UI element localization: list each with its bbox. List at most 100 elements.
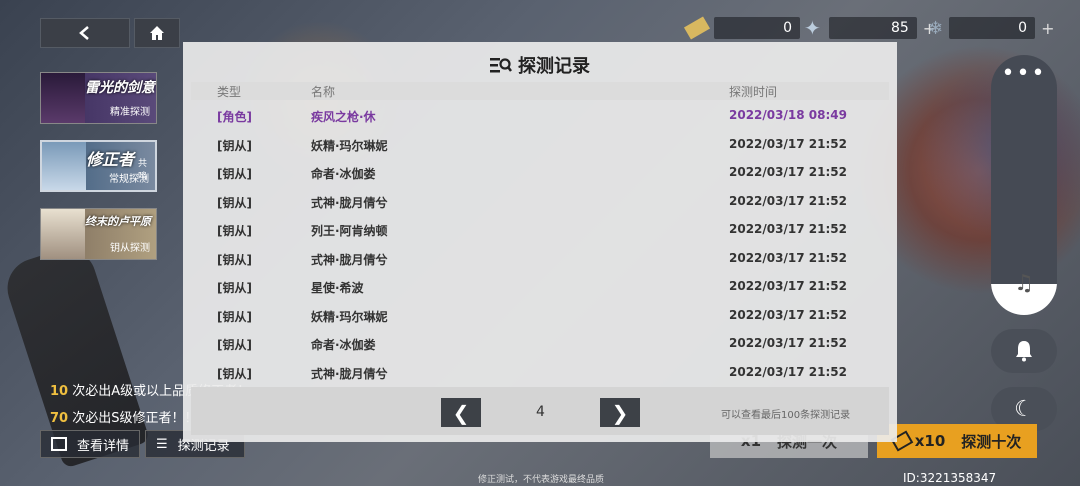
cell-time: 2022/03/17 21:52 [729, 336, 847, 350]
cell-name: 命者·冰伽娄 [311, 338, 376, 352]
cell-time: 2022/03/17 21:52 [729, 307, 847, 322]
cell-time: 2022/03/18 08:49 [729, 108, 847, 122]
cell-name: 妖精·玛尔琳妮 [311, 138, 388, 153]
notification-button[interactable] [991, 329, 1057, 373]
add-snowflake-crystal-button[interactable]: + [1041, 19, 1054, 38]
cell-time: 2022/03/17 21:52 [729, 136, 847, 151]
chevron-right-icon: ❯ [611, 400, 629, 425]
snowflake-crystal-icon: ❄ [928, 17, 944, 39]
disclaimer-text: 修正测试，不代表游戏最终品质 [478, 475, 605, 485]
back-button[interactable] [40, 18, 130, 48]
cell-type: [钥从] [217, 338, 252, 352]
moon-icon: ☾ [1014, 396, 1034, 422]
music-icon[interactable]: ♫ [991, 271, 1057, 296]
cell-name: 星使·希波 [311, 281, 364, 295]
bell-icon [1016, 341, 1032, 362]
pity-count-a: 10 [50, 384, 69, 399]
table-row: [钥从] 式神·胧月倩兮 2022/03/17 21:52 [191, 244, 889, 273]
snowflake-crystal-count: 0 [1018, 20, 1028, 36]
header-name: 名称 [311, 85, 336, 99]
table-row: [钥从] 妖精·玛尔琳妮 2022/03/17 21:52 [191, 130, 889, 159]
chevron-left-icon: ❮ [452, 400, 470, 425]
banner-portrait [41, 73, 85, 123]
table-header: 类型 名称 探测时间 [191, 82, 889, 100]
cell-time: 2022/03/17 21:52 [729, 250, 847, 265]
table-row: [角色] 疾风之枪·休 2022/03/18 08:49 [191, 101, 889, 130]
banner-title: 修正者 [86, 150, 135, 169]
side-menu-panel: ••• ♫ [991, 55, 1057, 315]
banner-subtitle: 常规探测 [109, 174, 149, 185]
more-icon[interactable]: ••• [991, 61, 1057, 86]
home-button[interactable] [134, 18, 180, 48]
records-list: [角色] 疾风之枪·休 2022/03/18 08:49 [钥从] 妖精·玛尔琳妮 202… [191, 101, 889, 386]
home-icon [150, 26, 164, 40]
cell-time: 2022/03/17 21:52 [729, 165, 847, 179]
view-details-label: 查看详情 [77, 438, 130, 454]
cell-name: 命者·冰伽娄 [311, 167, 376, 181]
pity-count-s: 70 [50, 411, 69, 426]
banner-subtitle: 钥从探测 [110, 243, 150, 254]
banner-end-plain[interactable]: 终末的卢平原 钥从探测 [40, 208, 157, 260]
draw-records-dialog: 探测记录 类型 名称 探测时间 [角色] 疾风之枪·休 2022/03/18 08:… [183, 42, 897, 442]
draw-ten-label: 探测十次 [961, 432, 1022, 451]
table-row: [钥从] 式神·胧月倩兮 2022/03/17 21:52 [191, 187, 889, 216]
pagination-bar: ❮ 4 ❯ 可以查看最后100条探测记录 [191, 387, 889, 435]
currency-ticket: 0 [683, 16, 800, 40]
table-row: [钥从] 命者·冰伽娄 2022/03/17 21:52 [191, 329, 889, 358]
cell-name: 妖精·玛尔琳妮 [311, 309, 388, 324]
list-icon: ☰ [156, 436, 168, 452]
cell-type: [钥从] [217, 167, 252, 181]
next-page-button[interactable]: ❯ [600, 398, 640, 427]
cell-type: [钥从] [217, 138, 252, 153]
banner-portrait [41, 209, 85, 259]
table-row: [钥从] 星使·希波 2022/03/17 21:52 [191, 272, 889, 301]
draw-ten-multiplier: x10 [914, 432, 946, 450]
dialog-title: 探测记录 [183, 52, 897, 78]
cell-type: [钥从] [217, 281, 252, 295]
view-details-button[interactable]: 查看详情 [40, 430, 140, 458]
cell-time: 2022/03/17 21:52 [729, 364, 847, 379]
banner-portrait [42, 142, 86, 190]
page-number: 4 [536, 404, 545, 420]
header-time: 探测时间 [729, 85, 778, 99]
cell-name: 式神·胧月倩兮 [311, 366, 388, 381]
currency-star-crystal: ✦ 85 + [804, 16, 936, 40]
back-arrow-icon [79, 26, 89, 40]
banner-title: 雷光的剑意 [85, 80, 155, 96]
cell-name: 式神·胧月倩兮 [311, 252, 388, 267]
banner-corrector[interactable]: 修正者 共鸣 常规探测 [40, 140, 157, 192]
draw-ten-button[interactable]: x10 探测十次 [877, 424, 1037, 458]
details-icon [51, 437, 67, 451]
cell-name: 式神·胧月倩兮 [311, 195, 388, 210]
cell-time: 2022/03/17 21:52 [729, 222, 847, 236]
cell-type: [钥从] [217, 224, 252, 238]
cell-name: 疾风之枪·休 [311, 110, 376, 124]
cell-type: [钥从] [217, 366, 252, 381]
cell-type: [角色] [217, 110, 252, 124]
banner-lightning-sword[interactable]: 雷光的剑意 精准探测 [40, 72, 157, 124]
table-row: [钥从] 式神·胧月倩兮 2022/03/17 21:52 [191, 358, 889, 387]
cell-name: 列王·阿肯纳顿 [311, 224, 388, 238]
cell-time: 2022/03/17 21:52 [729, 193, 847, 208]
search-list-icon [490, 58, 512, 73]
pity-text-s: 次必出S级修正者！！ [72, 411, 198, 426]
dialog-title-text: 探测记录 [518, 56, 590, 77]
table-row: [钥从] 列王·阿肯纳顿 2022/03/17 21:52 [191, 215, 889, 244]
cell-type: [钥从] [217, 195, 252, 210]
ticket-icon [683, 16, 711, 40]
currency-snowflake-crystal: ❄ 0 + [928, 16, 1055, 40]
banner-title: 终末的卢平原 [85, 215, 151, 228]
table-row: [钥从] 妖精·玛尔琳妮 2022/03/17 21:52 [191, 301, 889, 330]
pity-tip-s: 70 次必出S级修正者！！ [50, 407, 198, 426]
records-limit-note: 可以查看最后100条探测记录 [721, 410, 851, 421]
banner-subtitle: 精准探测 [110, 107, 150, 118]
user-id: ID:3221358347 [903, 471, 997, 485]
table-row: [钥从] 命者·冰伽娄 2022/03/17 21:52 [191, 158, 889, 187]
cell-time: 2022/03/17 21:52 [729, 279, 847, 293]
star-crystal-icon: ✦ [804, 16, 821, 40]
prev-page-button[interactable]: ❮ [441, 398, 481, 427]
cell-type: [钥从] [217, 309, 252, 324]
header-type: 类型 [217, 85, 242, 99]
cell-type: [钥从] [217, 252, 252, 267]
ticket-count: 0 [783, 20, 792, 36]
